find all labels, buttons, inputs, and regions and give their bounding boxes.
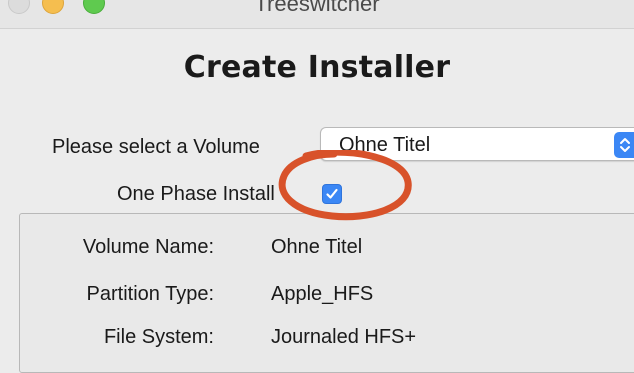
file-system-value: Journaled HFS+ xyxy=(271,326,417,348)
file-system-label: File System: xyxy=(103,326,214,348)
volume-select[interactable]: Ohne Titel xyxy=(320,127,634,161)
window-title: Treeswitcher xyxy=(254,0,380,16)
partition-type-label: Partition Type: xyxy=(86,283,214,305)
page-title: Create Installer xyxy=(183,50,451,85)
checkmark-icon xyxy=(326,188,338,199)
partition-type-value: Apple_HFS xyxy=(271,283,374,305)
volume-name-label: Volume Name: xyxy=(82,236,214,258)
one-phase-install-label: One Phase Install xyxy=(117,183,275,205)
volume-select-label: Please select a Volume xyxy=(52,136,260,158)
updown-chevron-icon[interactable] xyxy=(614,132,634,158)
volume-name-value: Ohne Titel xyxy=(271,236,363,258)
window-titlebar: Treeswitcher xyxy=(0,0,634,29)
volume-select-value: Ohne Titel xyxy=(339,134,431,156)
one-phase-install-checkbox[interactable] xyxy=(322,184,342,204)
